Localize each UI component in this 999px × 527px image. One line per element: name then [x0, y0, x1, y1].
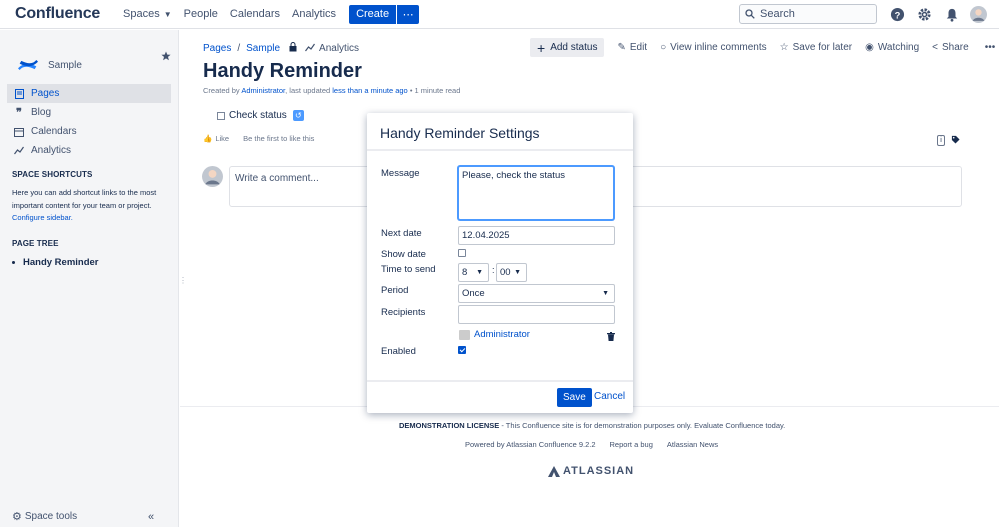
recipient-link[interactable]: Administrator — [474, 329, 530, 340]
recipients-label: Recipients — [381, 307, 426, 318]
recipient-item: Administrator — [459, 329, 530, 340]
recipient-avatar — [459, 329, 470, 340]
enabled-checkbox[interactable] — [458, 346, 466, 354]
show-date-label: Show date — [381, 249, 426, 260]
next-date-label: Next date — [381, 228, 422, 239]
time-separator: : — [492, 265, 495, 275]
enabled-label: Enabled — [381, 346, 416, 357]
save-button[interactable]: Save — [557, 388, 592, 407]
hour-value: 8 — [462, 267, 468, 278]
minute-value: 00 — [500, 267, 511, 278]
message-label: Message — [381, 168, 420, 179]
hour-select[interactable]: 8 ▼ — [458, 263, 489, 282]
message-field[interactable]: Please, check the status — [458, 166, 614, 220]
handy-reminder-settings-dialog: Handy Reminder Settings Message Please, … — [367, 113, 633, 413]
dialog-title: Handy Reminder Settings — [367, 113, 633, 151]
chevron-down-icon: ▼ — [602, 290, 609, 297]
period-select[interactable]: Once ▼ — [458, 284, 615, 303]
chevron-down-icon: ▼ — [514, 269, 521, 276]
period-value: Once — [462, 288, 485, 299]
next-date-field[interactable] — [458, 226, 615, 245]
chevron-down-icon: ▼ — [476, 269, 483, 276]
save-label: Save — [563, 392, 586, 403]
recipients-field[interactable] — [458, 305, 615, 324]
time-to-send-label: Time to send — [381, 264, 436, 275]
cancel-button[interactable]: Cancel — [594, 391, 625, 402]
trash-icon[interactable] — [607, 330, 615, 344]
show-date-checkbox[interactable] — [458, 249, 466, 257]
period-label: Period — [381, 285, 409, 296]
minute-select[interactable]: 00 ▼ — [496, 263, 527, 282]
